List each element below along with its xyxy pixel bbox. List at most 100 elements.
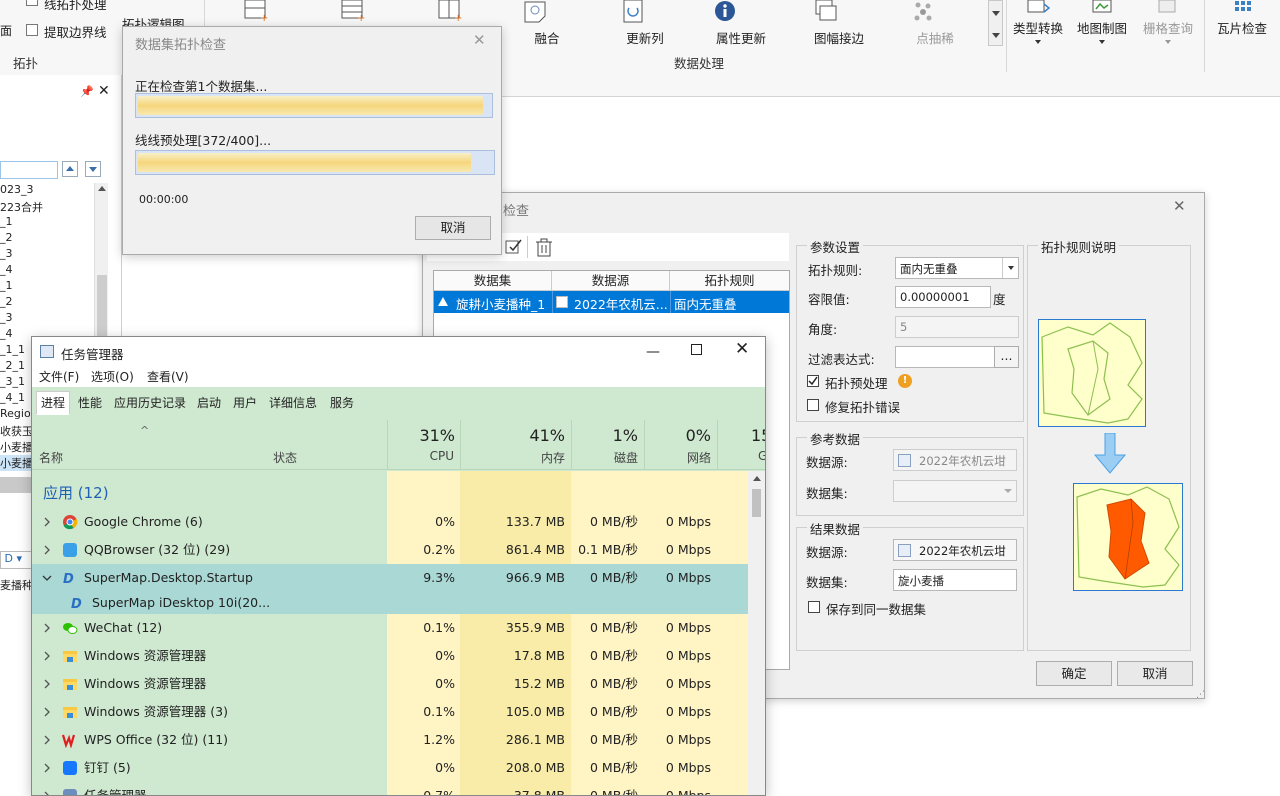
table-row[interactable]: WPS Office (32 位) (11) 1.2% 286.1 MB 0 MB/秒… — [32, 726, 765, 754]
merge-button[interactable]: 融合 — [522, 0, 572, 47]
tolerance-input[interactable]: 0.00000001 — [895, 286, 991, 308]
maximize-button[interactable] — [691, 344, 702, 355]
angle-input[interactable]: 5 — [895, 316, 1019, 338]
table-row[interactable]: WeChat (12) 0.1% 355.9 MB 0 MB/秒 0 Mbps — [32, 614, 765, 642]
tab-processes[interactable]: 进程 — [36, 391, 71, 415]
col-dataset[interactable]: 数据集 — [434, 271, 552, 291]
chevron-down-icon[interactable] — [42, 573, 52, 583]
topology-process-checkbox[interactable] — [26, 0, 38, 6]
gallery-scroll[interactable] — [988, 0, 1003, 46]
tab-details[interactable]: 详细信息 — [264, 391, 322, 415]
col-memory[interactable]: 内存 — [460, 449, 565, 466]
preprocess-label[interactable]: 拓扑预处理 — [825, 373, 888, 392]
col-gpu[interactable]: G — [758, 449, 765, 463]
tab-services[interactable]: 服务 — [325, 391, 359, 415]
table-row[interactable]: Windows 资源管理器 0% 15.2 MB 0 MB/秒 0 Mbps — [32, 670, 765, 698]
tree-item[interactable]: _4_1 — [0, 391, 25, 404]
menu-view[interactable]: 查看(V) — [147, 368, 189, 385]
tree-item[interactable]: _2_1 — [0, 359, 25, 372]
tree-item[interactable]: 223合并 — [0, 199, 43, 215]
tree-item[interactable]: 023_3 — [0, 183, 34, 196]
progress-cancel-button[interactable]: 取消 — [415, 216, 491, 240]
table-row[interactable]: Windows 资源管理器 0% 17.8 MB 0 MB/秒 0 Mbps — [32, 642, 765, 670]
filter-input[interactable] — [895, 346, 995, 368]
update-column-button[interactable]: 更新列 — [620, 0, 670, 47]
extract-boundary-checkbox[interactable] — [26, 24, 38, 36]
chevron-right-icon[interactable] — [42, 545, 52, 555]
close-panel-icon[interactable]: ✕ — [98, 83, 110, 99]
chevron-right-icon[interactable] — [42, 763, 52, 773]
process-list[interactable]: Google Chrome (6) 0% 133.7 MB 0 MB/秒 0 Mbps Q… — [32, 508, 765, 795]
col-datasource[interactable]: 数据源 — [552, 271, 670, 291]
tab-app-history[interactable]: 应用历史记录 — [109, 391, 191, 415]
raster-query-button[interactable]: 栅格查询 — [1140, 18, 1196, 44]
dialog-close-button[interactable]: ✕ — [1173, 197, 1186, 215]
move-down-button[interactable] — [85, 161, 101, 177]
minimize-button[interactable]: — — [646, 344, 660, 360]
ribbon-icon-c[interactable]: + — [438, 0, 464, 22]
tab-performance[interactable]: 性能 — [73, 391, 107, 415]
move-up-button[interactable] — [62, 161, 78, 177]
table-row[interactable]: D SuperMap.Desktop.Startup 9.3% 966.9 MB 0 M… — [32, 564, 765, 592]
table-row[interactable]: D SuperMap iDesktop 10i(20... — [32, 592, 765, 614]
table-row[interactable]: QQBrowser (32 位) (29) 0.2% 861.4 MB 0.1 MB/… — [32, 536, 765, 564]
col-status[interactable]: 状态 — [273, 449, 297, 466]
delete-icon[interactable] — [535, 238, 553, 258]
edge-match-button[interactable]: 图幅接边 — [810, 0, 868, 47]
menu-file[interactable]: 文件(F) — [39, 368, 79, 385]
table-row[interactable]: 任务管理器 0.7% 37.8 MB 0 MB/秒 0 Mbps — [32, 782, 765, 795]
tree-item[interactable]: _3 — [0, 311, 13, 324]
tree-item[interactable]: _4 — [0, 327, 13, 340]
ref-datasource-select[interactable]: 2022年农机云坩 — [893, 449, 1017, 471]
select-all-icon[interactable] — [505, 238, 523, 256]
result-dataset-input[interactable]: 旋小麦播 — [893, 569, 1017, 591]
tree-item[interactable]: _4 — [0, 263, 13, 276]
lower-list-item[interactable]: 麦播种 — [0, 577, 33, 593]
tab-startup[interactable]: 启动 — [192, 391, 226, 415]
tree-item[interactable]: _2 — [0, 231, 13, 244]
tree-item[interactable]: _3 — [0, 247, 13, 260]
repair-label[interactable]: 修复拓扑错误 — [825, 397, 900, 416]
scroll-up-icon[interactable] — [752, 476, 761, 481]
table-row[interactable]: Google Chrome (6) 0% 133.7 MB 0 MB/秒 0 Mbps — [32, 508, 765, 536]
tab-users[interactable]: 用户 — [228, 391, 262, 415]
same-dataset-checkbox[interactable] — [808, 601, 820, 613]
ref-dataset-select[interactable] — [893, 480, 1017, 502]
ribbon-icon-a[interactable]: + — [244, 0, 270, 22]
chevron-right-icon[interactable] — [42, 707, 52, 717]
col-network[interactable]: 网络 — [644, 449, 711, 466]
tree-item[interactable]: 小麦播 — [0, 439, 33, 455]
col-name[interactable]: 名称 — [39, 449, 63, 466]
ribbon-icon-b[interactable]: + — [341, 0, 367, 22]
type-convert-button[interactable]: 类型转换 — [1010, 18, 1066, 44]
ok-button[interactable]: 确定 — [1036, 661, 1112, 686]
pin-icon[interactable]: 📌 — [80, 85, 94, 98]
sort-chevron-icon[interactable]: ^ — [140, 424, 149, 437]
chevron-right-icon[interactable] — [42, 623, 52, 633]
tile-check-button[interactable]: 瓦片检查 — [1212, 18, 1272, 37]
extract-boundary-label[interactable]: 提取边界线 — [44, 22, 107, 41]
same-dataset-label[interactable]: 保存到同一数据集 — [826, 599, 926, 618]
table-row[interactable]: 旋耕小麦播种_1 2022年农机云... 面内无重叠 — [434, 291, 789, 313]
menu-options[interactable]: 选项(O) — [91, 368, 134, 385]
preprocess-checkbox[interactable] — [807, 375, 819, 387]
layer-search-input[interactable] — [0, 161, 58, 179]
chevron-right-icon[interactable] — [42, 517, 52, 527]
attribute-update-button[interactable]: 属性更新 — [712, 0, 770, 47]
line-topology-label[interactable]: 线拓扑处理 — [44, 0, 107, 13]
table-row[interactable]: 钉钉 (5) 0% 208.0 MB 0 MB/秒 0 Mbps — [32, 754, 765, 782]
tree-item[interactable]: _1 — [0, 279, 13, 292]
tree-item[interactable]: _2 — [0, 295, 13, 308]
tm-scroll-thumb[interactable] — [752, 489, 761, 517]
chevron-right-icon[interactable] — [42, 679, 52, 689]
point-thinning-button[interactable]: 点抽稀 — [910, 0, 960, 47]
rule-select[interactable]: 面内无重叠 — [895, 257, 1019, 279]
tree-item[interactable]: _1 — [0, 215, 13, 228]
result-datasource-select[interactable]: 2022年农机云坩 — [893, 539, 1017, 561]
col-cpu[interactable]: CPU — [387, 449, 454, 463]
col-disk[interactable]: 磁盘 — [571, 449, 638, 466]
map-making-button[interactable]: 地图制图 — [1074, 18, 1130, 44]
close-button[interactable]: ✕ — [735, 339, 749, 359]
repair-checkbox[interactable] — [807, 399, 819, 411]
table-row[interactable]: Windows 资源管理器 (3) 0.1% 105.0 MB 0 MB/秒 0 Mbp… — [32, 698, 765, 726]
